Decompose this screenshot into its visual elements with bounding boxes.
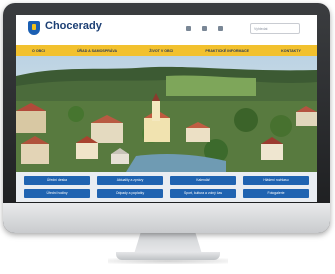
- tile-kalendar[interactable]: Kalendář: [170, 176, 236, 185]
- tile-odpady[interactable]: Odpady a poplatky: [97, 189, 163, 198]
- tile-hlaseni-rozhlasu[interactable]: Hlášení rozhlasu: [243, 176, 309, 185]
- monitor-stand-base: [116, 252, 220, 260]
- nav-item-kontakty[interactable]: KONTAKTY: [281, 49, 301, 53]
- sitemap-icon[interactable]: [218, 26, 223, 31]
- monitor-screen: Chocerady Vyhledat O OBCI ÚŘAD A SAMOSPR…: [16, 15, 317, 202]
- nav-item-urad[interactable]: ÚŘAD A SAMOSPRÁVA: [77, 49, 117, 53]
- coat-of-arms-logo[interactable]: [28, 21, 40, 35]
- main-navigation: O OBCI ÚŘAD A SAMOSPRÁVA ŽIVOT V OBCI PR…: [16, 45, 317, 56]
- monitor-chin: [3, 203, 330, 233]
- tile-fotogalerie[interactable]: Fotogalerie: [243, 189, 309, 198]
- nav-item-o-obci[interactable]: O OBCI: [32, 49, 45, 53]
- tile-aktuality[interactable]: Aktuality a zprávy: [97, 176, 163, 185]
- monitor: Chocerady Vyhledat O OBCI ÚŘAD A SAMOSPR…: [3, 3, 330, 233]
- search-input[interactable]: Vyhledat: [250, 23, 300, 34]
- nav-item-zivot[interactable]: ŽIVOT V OBCI: [149, 49, 173, 53]
- nav-item-prakticke-informace[interactable]: PRAKTICKÉ INFORMACE: [205, 49, 249, 53]
- quick-links: Úřední deska Aktuality a zprávy Kalendář…: [16, 172, 317, 202]
- tile-uredni-deska[interactable]: Úřední deska: [24, 176, 90, 185]
- accessibility-icon[interactable]: [186, 26, 191, 31]
- home-icon[interactable]: [202, 26, 207, 31]
- site-header: Chocerady Vyhledat: [16, 15, 317, 45]
- tile-uredni-hodiny[interactable]: Úřední hodiny: [24, 189, 90, 198]
- site-title[interactable]: Chocerady: [45, 20, 102, 32]
- monitor-stand-neck: [134, 232, 202, 254]
- hero-photo-village: [16, 56, 317, 172]
- tile-sport-kultura[interactable]: Sport, kultura a volný čas: [170, 189, 236, 198]
